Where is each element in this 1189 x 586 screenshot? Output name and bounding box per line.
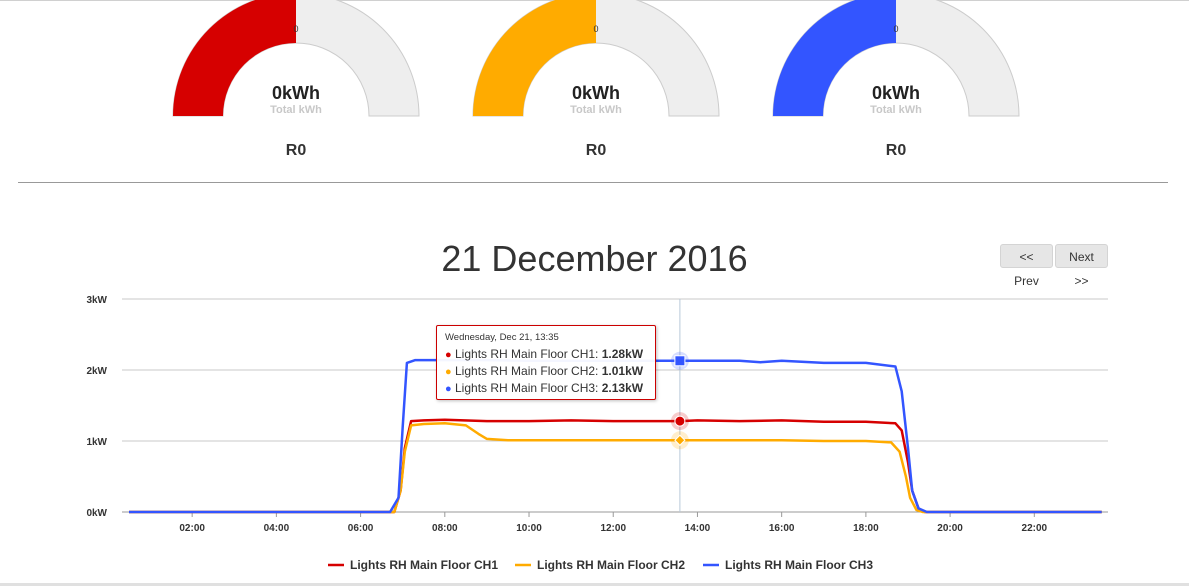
x-tick-label: 22:00 [1022, 523, 1048, 534]
x-tick-label: 20:00 [937, 523, 963, 534]
chart-tooltip: Wednesday, Dec 21, 13:35 ● Lights RH Mai… [436, 325, 656, 400]
y-tick-label: 1kW [86, 437, 107, 448]
gauge-subtitle: Total kWh [270, 104, 322, 116]
x-tick-label: 04:00 [264, 523, 290, 534]
gauge-cost: R0 [885, 142, 907, 159]
gauge-tick-label: 0 [293, 24, 299, 34]
tooltip-row-ch1: ● Lights RH Main Floor CH1: 1.28kW [445, 346, 647, 363]
x-tick-label: 06:00 [348, 523, 374, 534]
tooltip-dot-icon: ● [445, 383, 452, 395]
y-tick-label: 3kW [86, 295, 107, 306]
gauge-tick-label: 0 [893, 24, 899, 34]
hover-marker-ch3 [674, 355, 686, 367]
hover-marker-ch1 [674, 415, 686, 427]
gauge-value: 0kWh [871, 83, 920, 103]
gauge-tick-label: 0 [593, 24, 599, 34]
y-tick-label: 0kW [86, 508, 107, 519]
tooltip-series-label: Lights RH Main Floor CH3: [455, 381, 602, 395]
series-line-ch1 [129, 418, 1102, 514]
section-divider [18, 182, 1168, 183]
tooltip-series-label: Lights RH Main Floor CH2: [455, 364, 602, 378]
x-tick-label: 02:00 [179, 523, 205, 534]
tooltip-dot-icon: ● [445, 349, 452, 361]
x-tick-label: 14:00 [685, 523, 711, 534]
tooltip-series-value: 1.28kW [601, 347, 644, 361]
y-tick-label: 2kW [86, 366, 107, 377]
x-tick-label: 18:00 [853, 523, 879, 534]
x-tick-label: 08:00 [432, 523, 458, 534]
gauge-panel: 0 0kWh Total kWh R0 0 0kWh Total kWh R0 … [0, 0, 1189, 183]
tooltip-row-ch3: ● Lights RH Main Floor CH3: 2.13kW [445, 380, 647, 397]
gauge-ch2: 0 0kWh Total kWh R0 [471, 0, 721, 180]
gauge-cost: R0 [585, 142, 607, 159]
tooltip-series-value: 2.13kW [601, 381, 644, 395]
gauge-subtitle: Total kWh [570, 104, 622, 116]
gauge-value: 0kWh [571, 83, 620, 103]
x-tick-label: 12:00 [600, 523, 626, 534]
series-line-ch2 [129, 422, 1102, 514]
tooltip-series-label: Lights RH Main Floor CH1: [455, 347, 602, 361]
gauge-ch1: 0 0kWh Total kWh R0 [171, 0, 421, 180]
next-button[interactable]: Next >> [1055, 244, 1108, 288]
legend-item-ch1[interactable]: Lights RH Main Floor CH1 [350, 558, 498, 572]
legend-item-ch2[interactable]: Lights RH Main Floor CH2 [537, 558, 685, 572]
gauge-ch3: 0 0kWh Total kWh R0 [771, 0, 1021, 180]
tooltip-dot-icon: ● [445, 366, 452, 378]
x-tick-label: 10:00 [516, 523, 542, 534]
gauge-subtitle: Total kWh [870, 104, 922, 116]
prev-button[interactable]: << Prev [1000, 244, 1053, 288]
gauge-value: 0kWh [271, 83, 320, 103]
tooltip-series-value: 1.01kW [601, 364, 644, 378]
x-tick-label: 16:00 [769, 523, 795, 534]
gauge-cost: R0 [285, 142, 307, 159]
tooltip-row-ch2: ● Lights RH Main Floor CH2: 1.01kW [445, 363, 647, 380]
tooltip-heading: Wednesday, Dec 21, 13:35 [445, 332, 559, 343]
legend-item-ch3[interactable]: Lights RH Main Floor CH3 [725, 558, 873, 572]
